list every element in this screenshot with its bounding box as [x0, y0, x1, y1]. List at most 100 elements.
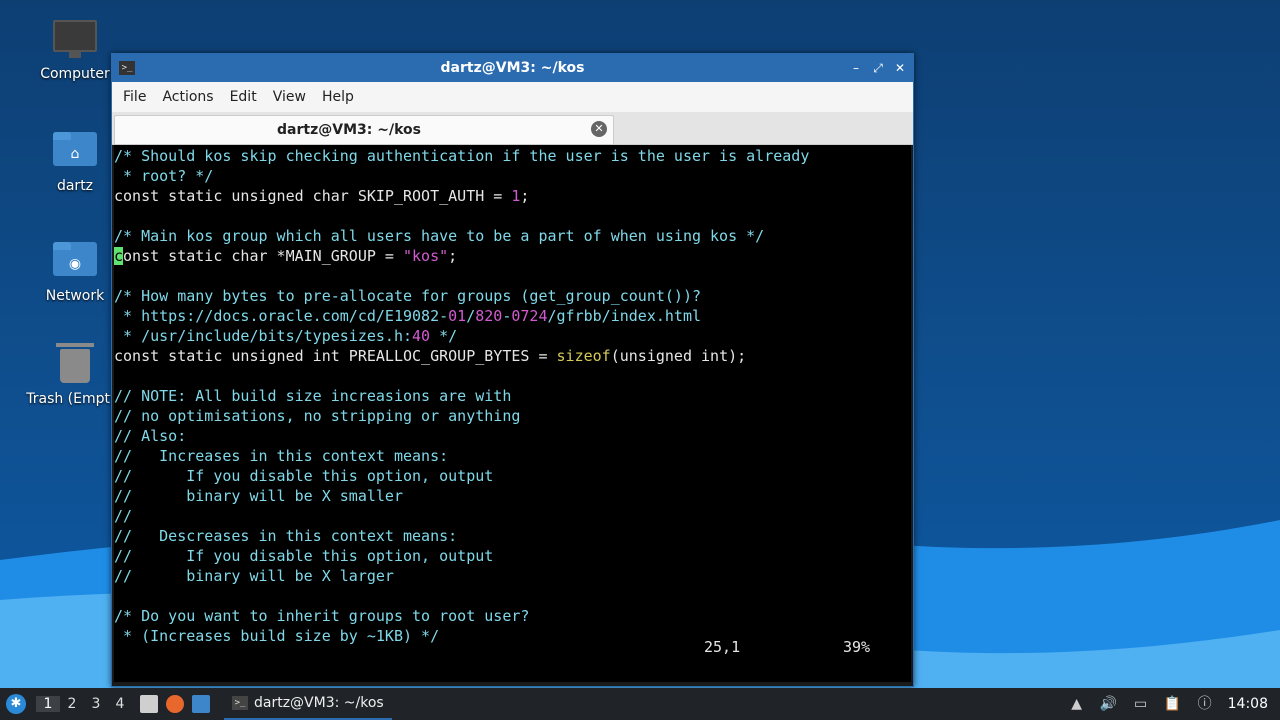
code-segment: /* How many bytes to pre-allocate for gr…: [114, 287, 701, 305]
tab-close-icon[interactable]: ✕: [591, 121, 607, 137]
menu-help[interactable]: Help: [315, 89, 361, 105]
code-segment: -: [502, 307, 512, 325]
desktop-icon-computer[interactable]: Computer: [25, 20, 125, 82]
terminal-line: /* Do you want to inherit groups to root…: [114, 606, 911, 626]
code-segment: onst static char *MAIN_GROUP =: [123, 247, 403, 265]
tray-expand-icon[interactable]: ▲: [1068, 695, 1086, 713]
menu-actions[interactable]: Actions: [155, 89, 220, 105]
tab-terminal[interactable]: dartz@VM3: ~/kos ✕: [114, 115, 614, 144]
code-segment: (unsigned int);: [610, 347, 747, 365]
terminal-view[interactable]: /* Should kos skip checking authenticati…: [114, 145, 911, 682]
code-segment: ;: [448, 247, 458, 265]
terminal-line: // no optimisations, no stripping or any…: [114, 406, 911, 426]
terminal-line: /* How many bytes to pre-allocate for gr…: [114, 286, 911, 306]
taskbar-task-terminal[interactable]: >_ dartz@VM3: ~/kos: [224, 688, 392, 720]
menu-view[interactable]: View: [266, 89, 313, 105]
menu-edit[interactable]: Edit: [223, 89, 264, 105]
terminal-line: const static char *MAIN_GROUP = "kos";: [114, 246, 911, 266]
code-segment: * root? */: [114, 167, 214, 185]
computer-icon: [53, 20, 97, 60]
firefox-icon[interactable]: [166, 695, 184, 713]
terminal-line: // If you disable this option, output: [114, 466, 911, 486]
code-segment: // Also:: [114, 427, 187, 445]
code-segment: * /usr/include/bits/typesizes.h:: [114, 327, 413, 345]
tab-label: dartz@VM3: ~/kos: [277, 122, 421, 138]
minimize-icon[interactable]: –: [849, 61, 863, 75]
window-titlebar[interactable]: >_ dartz@VM3: ~/kos – ⤢ ✕: [112, 54, 913, 82]
code-segment: // If you disable this option, output: [114, 547, 494, 565]
code-segment: const static unsigned int PREALLOC_GROUP…: [114, 347, 557, 365]
desktop-icon-home[interactable]: ⌂ dartz: [25, 126, 125, 194]
show-desktop-icon[interactable]: [192, 695, 210, 713]
network-folder-icon: ◉: [53, 242, 97, 282]
workspace-4[interactable]: 4: [108, 696, 132, 712]
code-segment: 0724: [511, 307, 548, 325]
terminal-line: // Also:: [114, 426, 911, 446]
code-segment: // Increases in this context means:: [114, 447, 449, 465]
menu-file[interactable]: File: [116, 89, 153, 105]
terminal-line: // Increases in this context means:: [114, 446, 911, 466]
text-cursor: c: [114, 247, 124, 265]
terminal-line: // binary will be X smaller: [114, 486, 911, 506]
clipboard-icon[interactable]: 📋: [1164, 695, 1182, 713]
start-menu-icon[interactable]: ✱: [6, 694, 26, 714]
code-segment: /* Should kos skip checking authenticati…: [114, 147, 810, 165]
terminal-line: * https://docs.oracle.com/cd/E19082-01/8…: [114, 306, 911, 326]
menubar: File Actions Edit View Help: [112, 82, 913, 112]
desktop-icon-trash[interactable]: Trash (Empty): [25, 343, 125, 407]
code-segment: // NOTE: All build size increasions are …: [114, 387, 512, 405]
code-segment: "kos": [403, 247, 449, 265]
close-icon[interactable]: ✕: [893, 61, 907, 75]
code-segment: /* Main kos group which all users have t…: [114, 227, 765, 245]
task-label: dartz@VM3: ~/kos: [254, 695, 384, 711]
terminal-line: * /usr/include/bits/typesizes.h:40 */: [114, 326, 911, 346]
code-segment: sizeof: [556, 347, 611, 365]
code-segment: /gfrbb/index.html: [547, 307, 702, 325]
terminal-window[interactable]: >_ dartz@VM3: ~/kos – ⤢ ✕ File Actions E…: [111, 53, 914, 687]
terminal-line: const static unsigned int PREALLOC_GROUP…: [114, 346, 911, 366]
workspace-3[interactable]: 3: [84, 696, 108, 712]
volume-icon[interactable]: 🔊: [1100, 695, 1118, 713]
code-segment: /* Do you want to inherit groups to root…: [114, 607, 530, 625]
code-segment: // If you disable this option, output: [114, 467, 494, 485]
code-segment: //: [114, 507, 133, 525]
vim-statusline: 25,1 39%: [114, 637, 911, 657]
trash-icon: [53, 343, 97, 385]
network-tray-icon[interactable]: ▭: [1132, 695, 1150, 713]
cursor-position: 25,1: [704, 638, 741, 656]
code-segment: 40: [412, 327, 431, 345]
code-segment: ;: [520, 187, 530, 205]
terminal-line: // NOTE: All build size increasions are …: [114, 386, 911, 406]
code-segment: // Descreases in this context means:: [114, 527, 458, 545]
file-manager-icon[interactable]: [140, 695, 158, 713]
terminal-task-icon: >_: [232, 696, 248, 710]
code-segment: 01: [448, 307, 467, 325]
code-segment: // binary will be X smaller: [114, 487, 403, 505]
code-segment: * https://docs.oracle.com/cd/E19082-: [114, 307, 449, 325]
terminal-line: /* Should kos skip checking authenticati…: [114, 146, 911, 166]
terminal-text: /* Should kos skip checking authenticati…: [114, 145, 911, 646]
scroll-percent: 39%: [843, 638, 871, 656]
code-segment: const static unsigned char SKIP_ROOT_AUT…: [114, 187, 512, 205]
home-folder-icon: ⌂: [53, 132, 97, 172]
code-segment: /: [466, 307, 476, 325]
desktop-icon-network[interactable]: ◉ Network: [25, 236, 125, 304]
taskbar: ✱ 1 2 3 4 >_ dartz@VM3: ~/kos ▲ 🔊 ▭ 📋 ⓘ …: [0, 688, 1280, 720]
window-title: dartz@VM3: ~/kos: [440, 60, 585, 76]
code-segment: // no optimisations, no stripping or any…: [114, 407, 521, 425]
notification-icon[interactable]: ⓘ: [1196, 695, 1214, 713]
code-segment: 820: [475, 307, 503, 325]
code-segment: */: [430, 327, 458, 345]
terminal-line: /* Main kos group which all users have t…: [114, 226, 911, 246]
terminal-line: // If you disable this option, output: [114, 546, 911, 566]
workspace-1[interactable]: 1: [36, 696, 60, 712]
maximize-icon[interactable]: ⤢: [871, 61, 885, 75]
clock[interactable]: 14:08: [1228, 696, 1268, 712]
terminal-line: //: [114, 506, 911, 526]
code-segment: // binary will be X larger: [114, 567, 394, 585]
workspace-2[interactable]: 2: [60, 696, 84, 712]
